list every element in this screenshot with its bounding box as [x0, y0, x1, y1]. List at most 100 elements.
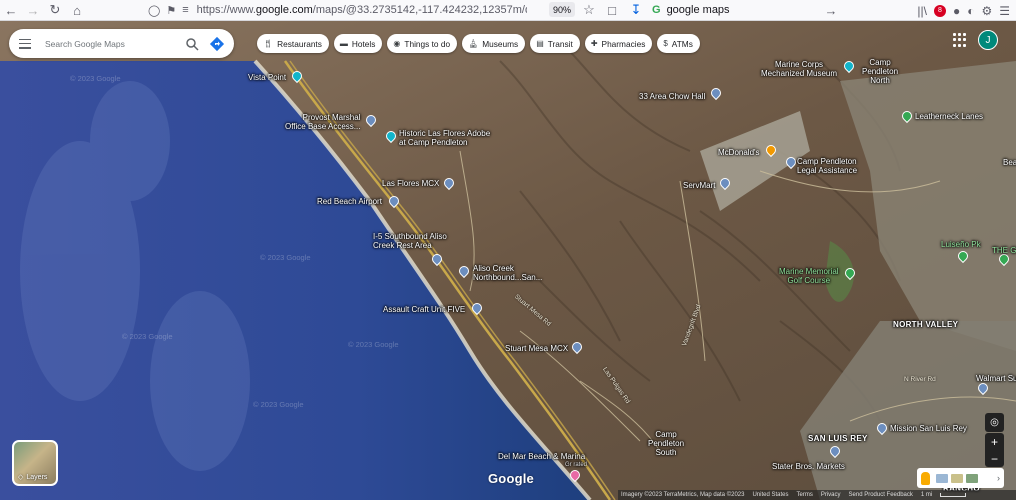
place-label-marine-museum[interactable]: Marine Corps Mechanized Museum — [761, 60, 837, 78]
place-label-servmart[interactable]: ServMart — [683, 181, 715, 190]
scale-label[interactable]: 1 mi — [921, 492, 932, 498]
reload-icon[interactable]: ↻ — [44, 0, 66, 21]
chip-transit[interactable]: ▤ Transit — [530, 34, 580, 53]
place-label-bea[interactable]: Bea — [1003, 158, 1016, 167]
area-label-san-luis-rey: SAN LUIS REY — [808, 434, 868, 443]
browser-toolbar: ← → ↻ ⌂ ◯ ⚑ ≡ https://www.google.com/map… — [0, 0, 1016, 21]
home-icon[interactable]: ⌂ — [66, 0, 88, 21]
lock-icon[interactable]: ⚑ — [166, 4, 176, 17]
place-label-provost-marshal[interactable]: Provost Marshal Office Base Access... — [285, 113, 360, 131]
chip-hotels[interactable]: ▬ Hotels — [333, 34, 383, 53]
bed-icon: ▬ — [339, 39, 348, 48]
layers-label: Layers — [26, 473, 48, 481]
terms-link[interactable]: Terms — [797, 492, 813, 498]
place-sublabel: Gr rated — [565, 462, 588, 468]
place-label-legal-assistance[interactable]: Camp Pendleton Legal Assistance — [797, 157, 857, 175]
search-field-text: google maps — [666, 4, 730, 16]
shield-icon[interactable]: ◯ — [148, 4, 160, 17]
hamburger-menu-icon[interactable] — [19, 38, 31, 49]
chip-label: Restaurants — [277, 38, 322, 49]
place-label-luiseno-park[interactable]: Luiseño Pk — [941, 240, 981, 249]
chip-restaurants[interactable]: 🍴︎ Restaurants — [257, 34, 329, 53]
place-label-walmart[interactable]: Walmart Su — [976, 374, 1016, 383]
search-field[interactable]: G google maps — [652, 1, 812, 19]
chip-atms[interactable]: $ ATMs — [657, 34, 700, 53]
place-label-aliso-creek-north[interactable]: Aliso Creek Northbound...San... — [473, 264, 542, 282]
map-viewport[interactable]: © 2023 Google © 2023 Google © 2023 Googl… — [0, 21, 1016, 500]
url-prefix: https://www. — [196, 4, 256, 16]
watermark: © 2023 Google — [348, 340, 399, 349]
account-icon[interactable]: ● — [953, 4, 960, 18]
place-label-mission-san-luis-rey[interactable]: Mission San Luis Rey — [890, 424, 967, 433]
chip-label: Pharmacies — [601, 38, 646, 49]
bus-icon: ▤ — [536, 39, 544, 48]
place-label-camp-pendleton-north[interactable]: Camp Pendleton North — [862, 58, 898, 85]
account-avatar[interactable]: J — [978, 30, 998, 50]
watermark: © 2023 Google — [260, 253, 311, 262]
category-chips: 🍴︎ Restaurants ▬ Hotels ◉ Things to do ⛪︎ Mu… — [257, 34, 700, 53]
url-domain: google.com — [255, 4, 313, 16]
pocket-icon[interactable]: □ — [601, 0, 623, 21]
chip-pharmacies[interactable]: ✚ Pharmacies — [584, 34, 653, 53]
feedback-link[interactable]: Send Product Feedback — [849, 492, 913, 498]
place-label-mcdonalds[interactable]: McDonald's — [718, 148, 760, 157]
scale-bar — [940, 493, 967, 497]
view-thumbnail[interactable] — [951, 473, 963, 483]
chip-label: ATMs — [671, 38, 693, 49]
camera-icon: ◉ — [393, 39, 401, 48]
download-icon[interactable]: ↧ — [625, 0, 647, 21]
google-apps-icon[interactable] — [953, 33, 967, 47]
place-label-vista-point[interactable]: Vista Point — [248, 73, 286, 82]
layers-button[interactable]: ◇ Layers — [12, 440, 58, 486]
zoom-in-button[interactable]: + — [985, 433, 1004, 450]
place-label-camp-pendleton-south[interactable]: Camp Pendleton South — [648, 430, 684, 457]
place-label-las-flores-mcx[interactable]: Las Flores MCX — [382, 179, 439, 188]
chip-things-to-do[interactable]: ◉ Things to do — [387, 34, 458, 53]
zoom-out-button[interactable]: − — [985, 450, 1004, 467]
country-link[interactable]: United States — [752, 492, 788, 498]
place-label-del-mar-beach[interactable]: Del Mar Beach & Marina — [498, 452, 585, 461]
sync-icon[interactable]: ◐ — [967, 4, 974, 18]
road-label: N River Rd — [904, 376, 936, 383]
address-bar[interactable]: ◯ ⚑ ≡ https://www.google.com/maps/@33.27… — [148, 1, 552, 19]
menu-icon[interactable]: ☰ — [999, 4, 1010, 18]
place-label-assault-craft[interactable]: Assault Craft Unit FIVE — [383, 305, 465, 314]
place-label-red-beach-airport[interactable]: Red Beach Airport — [317, 197, 382, 206]
place-label-historic-adobe[interactable]: Historic Las Flores Adobe at Camp Pendle… — [399, 129, 490, 147]
back-arrow-icon[interactable]: ← — [0, 0, 22, 21]
watermark: © 2023 Google — [253, 400, 304, 409]
search-icon[interactable] — [185, 37, 199, 51]
street-view-bar: › — [917, 468, 1004, 488]
go-arrow-icon[interactable]: → — [820, 0, 842, 21]
url-path: /maps/@33.2735142,-117.424232,12357m/dat… — [312, 4, 527, 16]
chip-label: Transit — [547, 38, 573, 49]
view-thumbnail[interactable] — [936, 473, 948, 483]
extension-badge[interactable]: 8 — [933, 4, 946, 17]
url-text[interactable]: https://www.google.com/maps/@33.2735142,… — [197, 4, 527, 16]
library-icon[interactable]: ||\ — [917, 4, 927, 18]
chip-museums[interactable]: ⛪︎ Museums — [462, 34, 526, 53]
place-label-stuart-mesa-mcx[interactable]: Stuart Mesa MCX — [505, 344, 568, 353]
permissions-icon[interactable]: ≡ — [182, 4, 188, 17]
place-label-stater-bros[interactable]: Stater Bros. Markets — [772, 462, 845, 471]
place-label-chow-hall[interactable]: 33 Area Chow Hall — [639, 92, 705, 101]
search-input[interactable]: Search Google Maps — [45, 39, 185, 49]
forward-arrow-icon[interactable]: → — [22, 0, 44, 21]
my-location-icon[interactable]: ◎ — [985, 413, 1004, 432]
chip-label: Things to do — [404, 38, 451, 49]
privacy-link[interactable]: Privacy — [821, 492, 841, 498]
layers-icon: ◇ — [18, 474, 24, 481]
place-label-marine-golf[interactable]: Marine Memorial Golf Course — [779, 267, 839, 285]
expand-chevron-icon[interactable]: › — [997, 473, 1000, 483]
star-icon[interactable]: ☆ — [578, 0, 600, 21]
extensions-icon[interactable]: ⚙ — [981, 4, 992, 18]
zoom-level[interactable]: 90% — [549, 2, 575, 17]
directions-icon[interactable] — [209, 36, 225, 52]
place-label-i5-rest-area[interactable]: I-5 Southbound Aliso Creek Rest Area — [373, 232, 447, 250]
place-label-the-gre[interactable]: THE GRE — [992, 246, 1016, 255]
place-label-leatherneck-lanes[interactable]: Leatherneck Lanes — [915, 112, 983, 121]
maps-search-bar[interactable]: Search Google Maps — [9, 29, 234, 58]
view-thumbnail[interactable] — [966, 473, 978, 483]
google-logo: Google — [488, 471, 534, 486]
pegman-icon[interactable] — [921, 471, 930, 485]
